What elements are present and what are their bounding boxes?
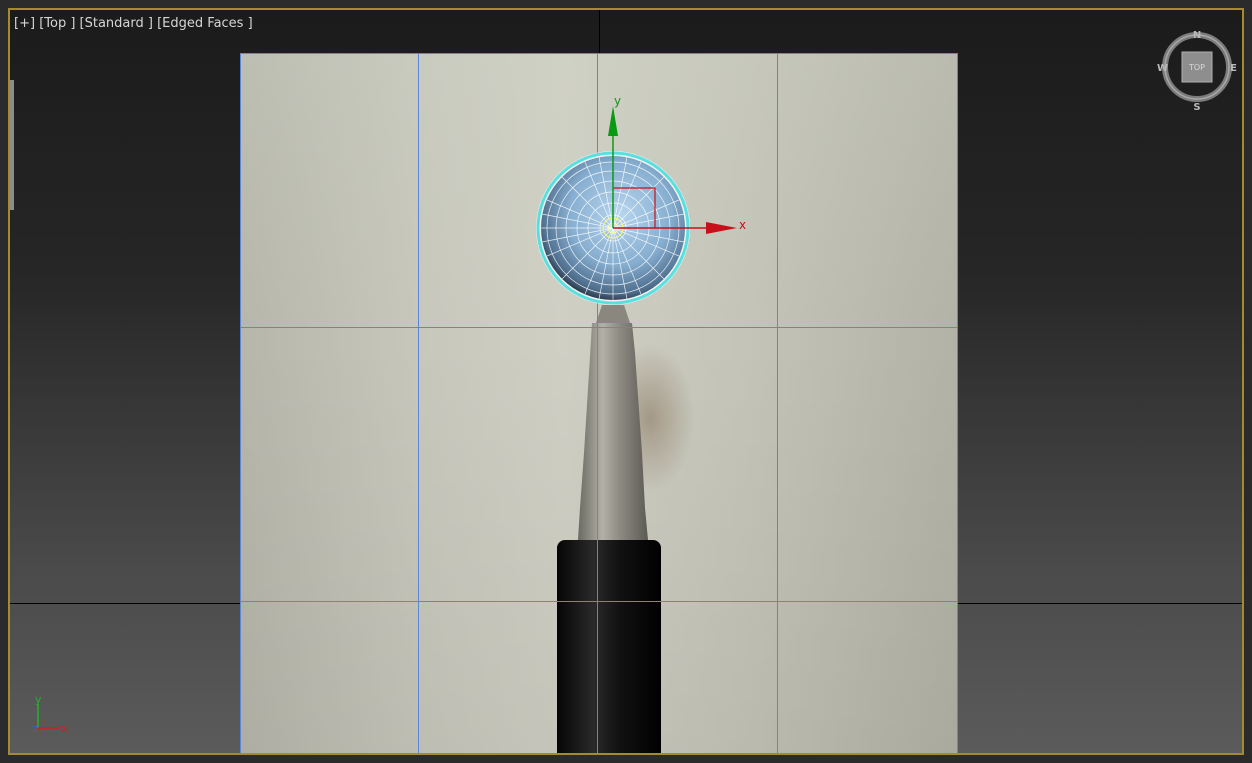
viewport-top[interactable]: [+] [Top ] [Standard ] [Edged Faces ] y … <box>8 8 1244 755</box>
gizmo-x-arrow <box>706 222 737 234</box>
compass-west: W <box>1157 63 1168 74</box>
scene-overlay: y x <box>536 94 746 305</box>
tripod-y-label: y <box>35 693 42 706</box>
compass-north: N <box>1193 30 1201 41</box>
compass-east: E <box>1230 63 1237 74</box>
gizmo-y-label: y <box>614 94 621 108</box>
gizmo-y-arrow <box>608 106 618 136</box>
gizmo-x-label: x <box>739 218 746 232</box>
tripod-x-label: x <box>61 722 68 735</box>
compass-south: S <box>1193 102 1200 111</box>
viewcube[interactable]: TOP N S E W <box>1155 27 1239 111</box>
viewcube-face-label: TOP <box>1188 63 1205 72</box>
tripod-z-label: z <box>32 722 38 735</box>
world-axis-tripod: y x z <box>32 693 68 735</box>
